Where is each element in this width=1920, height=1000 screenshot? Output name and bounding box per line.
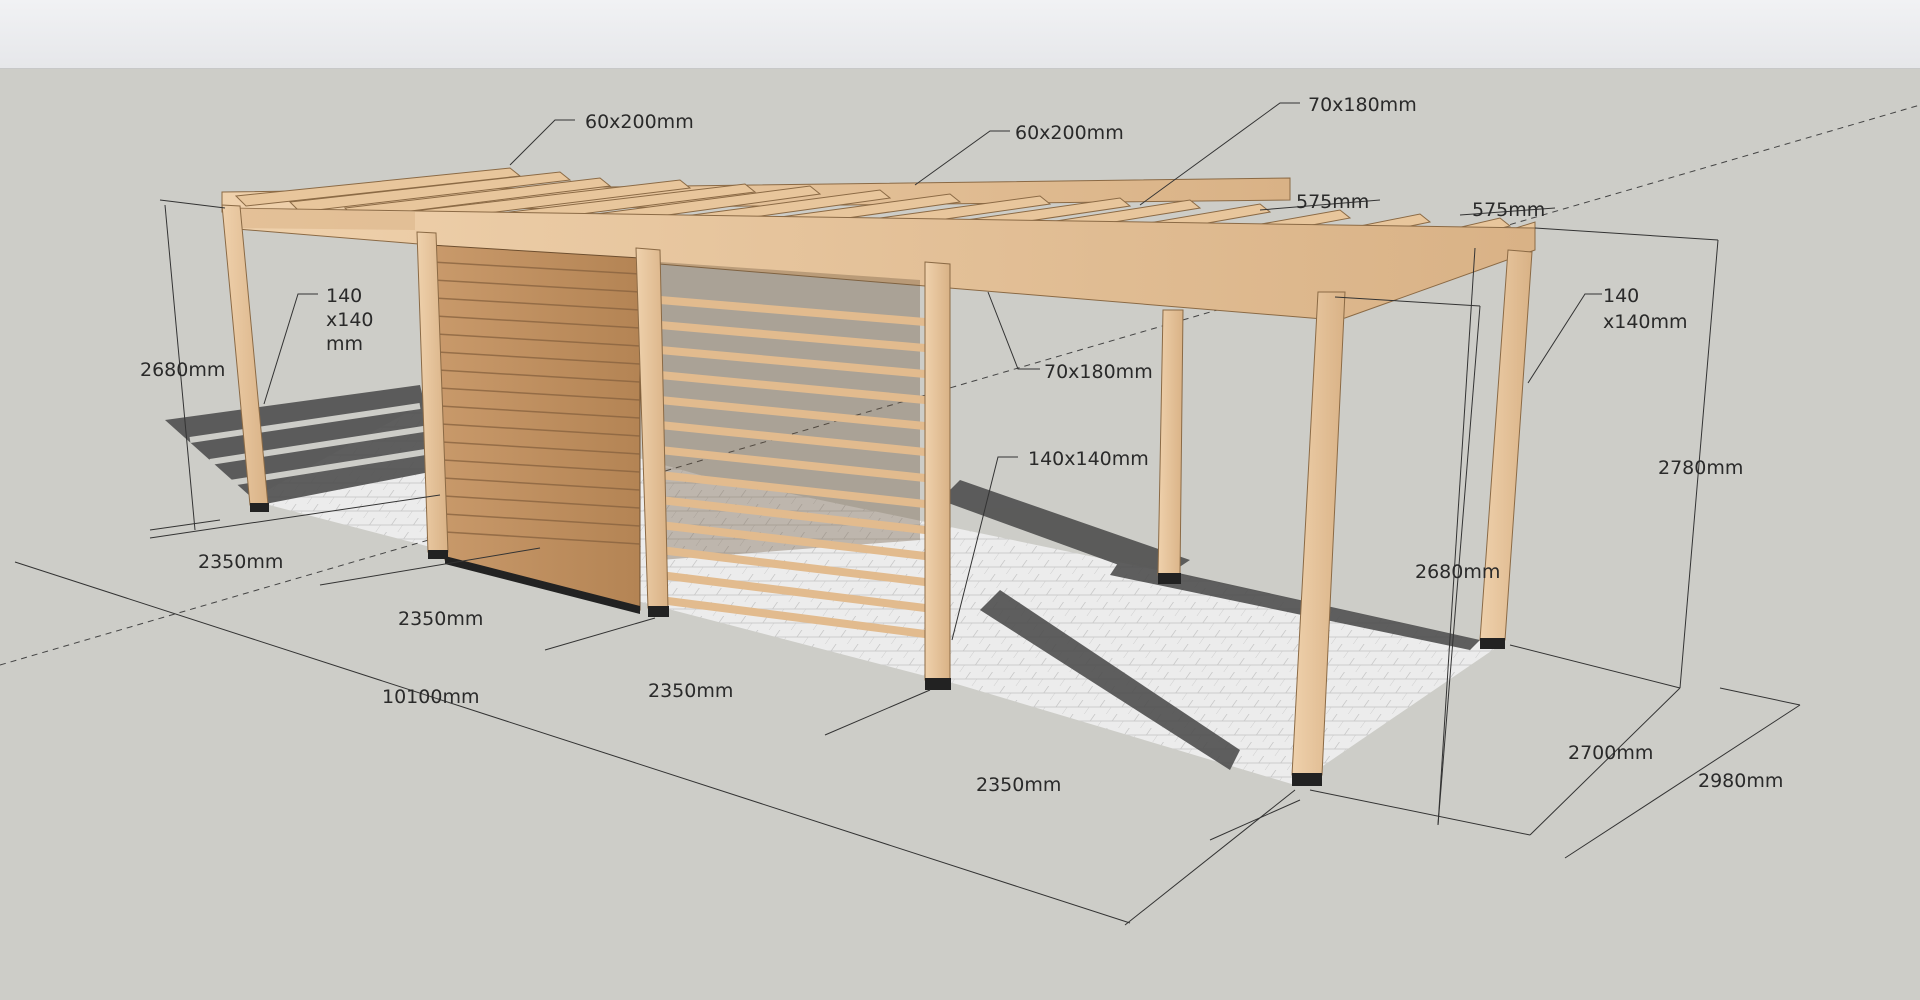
post-back-right <box>1157 309 1184 584</box>
label-spacing-a: 575mm <box>1296 191 1369 213</box>
label-bay-1: 2350mm <box>198 551 283 573</box>
label-depth-outer: 2980mm <box>1698 770 1783 792</box>
label-rafter-mid: 70x180mm <box>1044 361 1153 383</box>
label-bay-2: 2350mm <box>398 608 483 630</box>
label-height-right-inner: 2680mm <box>1415 561 1500 583</box>
label-height-left: 2680mm <box>140 359 225 381</box>
label-total-length: 10100mm <box>382 686 479 708</box>
label-post-right-2: x140mm <box>1603 311 1688 333</box>
label-bay-4: 2350mm <box>976 774 1061 796</box>
post-far-right <box>1479 249 1533 649</box>
pergola-diagram: 60x200mm 60x200mm 70x180mm 575mm 575mm 1… <box>0 94 1920 926</box>
label-post-right-1: 140 <box>1603 285 1639 307</box>
label-post-mid: 140x140mm <box>1028 448 1149 470</box>
label-beam-left: 60x200mm <box>585 111 694 133</box>
label-bay-3: 2350mm <box>648 680 733 702</box>
post-front-mid <box>924 261 951 690</box>
label-spacing-b: 575mm <box>1472 199 1545 221</box>
label-rafter-top: 70x180mm <box>1308 94 1417 116</box>
label-post-left-1: 140 <box>326 285 362 307</box>
label-beam-mid: 60x200mm <box>1015 122 1124 144</box>
label-height-right-outer: 2780mm <box>1658 457 1743 479</box>
label-depth-inner: 2700mm <box>1568 742 1653 764</box>
solid-wall-panel <box>429 244 641 614</box>
drawing-canvas: 60x200mm 60x200mm 70x180mm 575mm 575mm 1… <box>0 0 1920 1000</box>
label-post-left-3: mm <box>326 333 363 355</box>
label-post-left-2: x140 <box>326 309 374 331</box>
